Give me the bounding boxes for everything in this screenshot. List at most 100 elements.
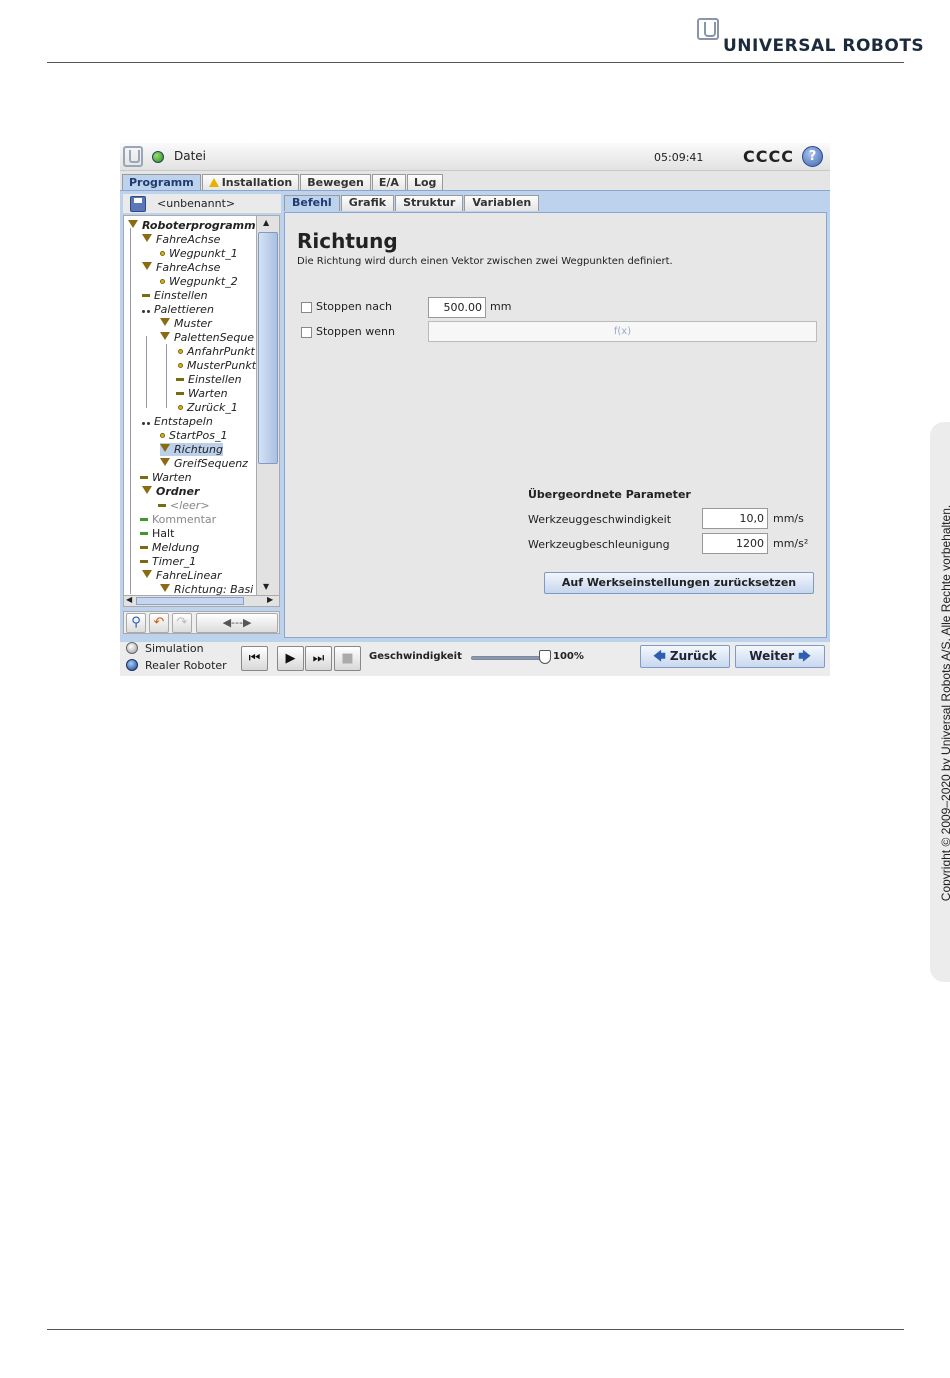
- stop-when-checkbox[interactable]: [301, 327, 312, 338]
- tree-node[interactable]: Muster: [160, 317, 212, 330]
- tree-node-label: Zurück_1: [187, 401, 238, 414]
- description: Die Richtung wird durch einen Vektor zwi…: [297, 256, 673, 267]
- status-globe-icon: [152, 151, 164, 163]
- tree-node[interactable]: Timer_1: [140, 555, 196, 568]
- save-icon[interactable]: [130, 196, 146, 212]
- tree-node[interactable]: Meldung: [140, 541, 199, 554]
- stop-button[interactable]: ■: [334, 646, 361, 671]
- tree-node[interactable]: Wegpunkt_1: [160, 247, 238, 260]
- move-node-icon[interactable]: ◀‑‑‑▶: [196, 613, 278, 633]
- tree-node[interactable]: Kommentar: [140, 513, 216, 526]
- tree-connector: [130, 228, 131, 594]
- tree-node[interactable]: FahreAchse: [142, 261, 220, 274]
- speed-value: 100%: [553, 651, 584, 662]
- stop-after-label: Stoppen nach: [316, 300, 392, 313]
- search-icon[interactable]: ⚲: [126, 613, 146, 633]
- reset-defaults-button[interactable]: Auf Werkseinstellungen zurücksetzen: [544, 572, 814, 594]
- timer-icon: [140, 560, 148, 563]
- pattern-icon: [160, 318, 170, 326]
- tree-node[interactable]: FahreAchse: [142, 233, 220, 246]
- tab-installation[interactable]: Installation: [201, 174, 300, 191]
- tool-speed-label: Werkzeuggeschwindigkeit: [528, 513, 672, 526]
- tree-vertical-scrollbar[interactable]: ▲ ▼: [256, 215, 280, 596]
- stop-when-expression-field[interactable]: f(x): [428, 321, 817, 342]
- scroll-thumb[interactable]: [258, 232, 278, 464]
- main-tabs: Programm Installation Bewegen E/A Log: [122, 174, 444, 192]
- tree-node[interactable]: FahreLinear: [142, 569, 222, 582]
- speed-slider-knob[interactable]: [539, 650, 551, 664]
- tree-toolbar: ⚲ ↶ ↷ ◀‑‑‑▶: [123, 611, 280, 634]
- ur-logo-icon: [123, 146, 143, 167]
- tree-node[interactable]: PalettenSeque: [160, 331, 254, 344]
- popup-icon: [140, 546, 148, 549]
- tree-node[interactable]: Wegpunkt_2: [160, 275, 238, 288]
- tree-node[interactable]: MusterPunkt: [178, 359, 256, 372]
- tree-node-label: MusterPunkt: [187, 359, 257, 372]
- redo-icon[interactable]: ↷: [172, 613, 192, 633]
- next-button[interactable]: Weiter 🡆: [735, 645, 825, 668]
- footer-rule: [47, 1329, 904, 1330]
- skip-back-button[interactable]: ⏮: [241, 646, 268, 671]
- tree-node[interactable]: Entstapeln: [142, 415, 213, 428]
- pallet-icon: [142, 417, 150, 425]
- stop-after-field[interactable]: 500.00: [428, 297, 486, 318]
- tree-node-label: <leer>: [170, 499, 210, 512]
- tree-node-label: FahreLinear: [156, 569, 222, 582]
- tree-node[interactable]: Zurück_1: [178, 401, 238, 414]
- tree-node[interactable]: Palettieren: [142, 303, 214, 316]
- tree-node[interactable]: StartPos_1: [160, 429, 227, 442]
- play-button[interactable]: ▶: [277, 646, 304, 671]
- move-icon: [142, 234, 152, 242]
- real-robot-radio[interactable]: [126, 659, 138, 671]
- tree-node[interactable]: Ordner: [142, 485, 199, 498]
- scroll-up-icon[interactable]: ▲: [263, 218, 269, 227]
- tab-grafik[interactable]: Grafik: [340, 195, 395, 211]
- tab-variablen[interactable]: Variablen: [464, 195, 540, 211]
- set-icon: [142, 294, 150, 297]
- sequence-icon: [160, 332, 170, 340]
- stop-after-checkbox[interactable]: [301, 302, 312, 313]
- tree-node[interactable]: AnfahrPunkt: [178, 345, 255, 358]
- program-tree[interactable]: Roboterprogramm FahreAchse Wegpunkt_1 Fa…: [123, 215, 257, 596]
- tree-node[interactable]: GreifSequenz: [160, 457, 248, 470]
- tree-node[interactable]: Warten: [140, 471, 192, 484]
- tree-horizontal-scrollbar[interactable]: ◀ ▶: [123, 595, 280, 607]
- file-menu[interactable]: Datei: [174, 149, 206, 163]
- sequence-icon: [160, 458, 170, 466]
- tree-node[interactable]: Einstellen: [142, 289, 208, 302]
- tab-ea[interactable]: E/A: [371, 174, 406, 191]
- wait-icon: [140, 476, 148, 479]
- help-icon[interactable]: ?: [802, 146, 823, 167]
- pallet-icon: [142, 305, 150, 313]
- tree-node[interactable]: <leer>: [158, 499, 210, 512]
- tab-log[interactable]: Log: [406, 174, 444, 191]
- save-bar: <unbenannt>: [123, 194, 281, 213]
- params-heading: Übergeordnete Parameter: [528, 488, 691, 501]
- comment-icon: [140, 518, 148, 521]
- tab-befehl[interactable]: Befehl: [284, 195, 340, 211]
- tool-accel-label: Werkzeugbeschleunigung: [528, 538, 670, 551]
- step-button[interactable]: ⏭: [305, 646, 332, 671]
- tab-struktur[interactable]: Struktur: [395, 195, 464, 211]
- scroll-down-icon[interactable]: ▼: [263, 582, 269, 591]
- undo-icon[interactable]: ↶: [149, 613, 169, 633]
- tree-node-label: Einstellen: [154, 289, 208, 302]
- back-button[interactable]: 🡄 Zurück: [640, 645, 730, 668]
- tree-node[interactable]: Roboterprogramm: [128, 219, 256, 232]
- scroll-left-icon[interactable]: ◀: [126, 595, 132, 604]
- top-bar: Datei 05:09:41 CCCC ?: [120, 143, 830, 171]
- tree-node[interactable]: Einstellen: [176, 373, 242, 386]
- wait-icon: [176, 392, 184, 395]
- simulation-radio[interactable]: [126, 642, 138, 654]
- tree-node[interactable]: Warten: [176, 387, 228, 400]
- speed-slider[interactable]: [471, 656, 547, 660]
- scroll-thumb[interactable]: [136, 597, 244, 605]
- tool-accel-unit: mm/s²: [773, 537, 809, 550]
- scroll-right-icon[interactable]: ▶: [267, 595, 273, 604]
- tool-accel-field[interactable]: 1200: [702, 533, 768, 554]
- tree-node[interactable]: Halt: [140, 527, 174, 540]
- tree-node-selected[interactable]: Richtung: [160, 443, 223, 456]
- tool-speed-field[interactable]: 10,0: [702, 508, 768, 529]
- waypoint-icon: [178, 405, 183, 410]
- tab-bewegen[interactable]: Bewegen: [300, 174, 371, 191]
